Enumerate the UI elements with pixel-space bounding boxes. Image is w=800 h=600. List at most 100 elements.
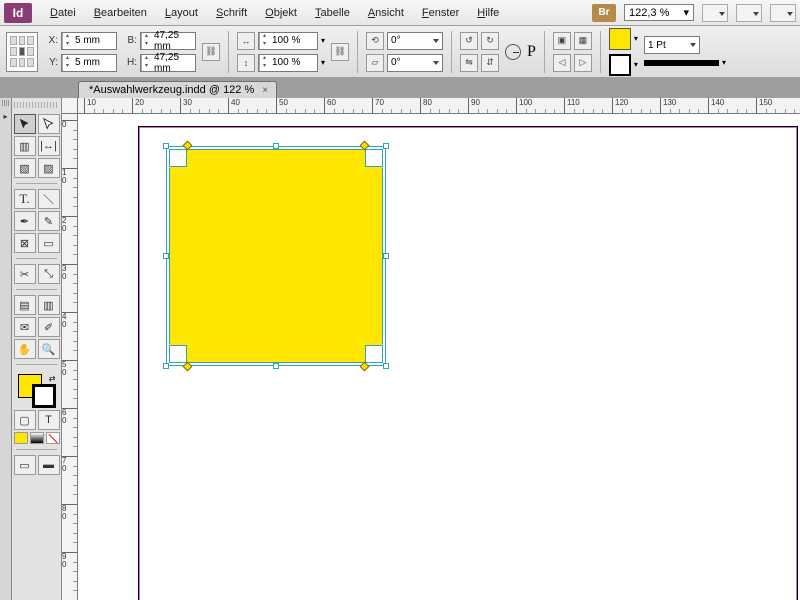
select-prev-icon[interactable]: ◁ xyxy=(553,54,571,72)
free-transform-tool[interactable]: ⤡ xyxy=(38,264,60,284)
handle-br[interactable] xyxy=(383,363,389,369)
flip-h-icon[interactable]: ⇋ xyxy=(460,54,478,72)
select-content-icon[interactable]: ▦ xyxy=(574,32,592,50)
shear-input[interactable]: 0° xyxy=(387,54,443,72)
toolbox-grip[interactable] xyxy=(14,102,59,108)
workspace-select[interactable] xyxy=(770,4,796,22)
content-placer-tool[interactable]: ▨ xyxy=(38,158,60,178)
hand-tool[interactable]: ✋ xyxy=(14,339,36,359)
view-mode-normal[interactable]: ▭ xyxy=(14,455,36,475)
selected-object[interactable] xyxy=(166,146,386,366)
canvas[interactable] xyxy=(78,114,800,600)
rotate-cw-icon[interactable]: ↻ xyxy=(481,32,499,50)
toolbox: ▥ |↔| ▧ ▨ T. ＼ ✒ ✎ ⊠ ▭ ✂ ⤡ ▤ ▥ ✉ ✐ ✋ 🔍 ⇄ xyxy=(12,98,62,600)
p-icon: P xyxy=(527,43,536,61)
zoom-tool[interactable]: 🔍 xyxy=(38,339,60,359)
eyedropper-tool[interactable]: ✐ xyxy=(38,317,60,337)
rotate-ccw-icon[interactable]: ↺ xyxy=(460,32,478,50)
scale-x-icon: ↔ xyxy=(237,32,255,50)
close-tab-icon[interactable]: × xyxy=(262,85,268,96)
content-collector-tool[interactable]: ▧ xyxy=(14,158,36,178)
scale-y-icon: ↕ xyxy=(237,54,255,72)
ruler-origin[interactable] xyxy=(62,98,78,114)
menu-bearbeiten[interactable]: Bearbeiten xyxy=(86,3,155,23)
fill-swatch[interactable] xyxy=(609,28,631,50)
handle-tl[interactable] xyxy=(163,143,169,149)
direct-selection-tool[interactable] xyxy=(38,114,60,134)
view-mode-preview[interactable]: ▬ xyxy=(38,455,60,475)
gradient-feather-tool[interactable]: ▥ xyxy=(38,295,60,315)
arrange-documents-select[interactable] xyxy=(736,4,762,22)
width-input[interactable]: ▴▾47,25 mm xyxy=(140,32,196,50)
handle-mr[interactable] xyxy=(383,253,389,259)
constrain-scale-icon[interactable]: ⛓ xyxy=(331,43,349,61)
select-container-icon[interactable]: ▣ xyxy=(553,32,571,50)
main-menu: DDateiatei Bearbeiten Layout Schrift Obj… xyxy=(42,3,507,23)
y-input[interactable]: ▴▾5 mm xyxy=(61,54,117,72)
reference-point-grid[interactable] xyxy=(6,32,38,72)
formatting-text-icon[interactable]: T xyxy=(38,410,60,430)
panel-dock-strip[interactable]: ▸ xyxy=(0,98,12,600)
note-tool[interactable]: ✉ xyxy=(14,317,36,337)
expand-dock-icon[interactable]: ▸ xyxy=(0,110,11,122)
apply-color-icon[interactable] xyxy=(14,432,28,444)
stroke-weight-input[interactable]: 1 Pt xyxy=(644,36,700,54)
w-label: B: xyxy=(123,35,137,46)
handle-tr[interactable] xyxy=(383,143,389,149)
zoom-level-select[interactable]: 122,3 %▾ xyxy=(624,4,694,21)
document-tab[interactable]: *Auswahlwerkzeug.indd @ 122 % × xyxy=(78,81,277,98)
gradient-swatch-tool[interactable]: ▤ xyxy=(14,295,36,315)
pen-tool[interactable]: ✒ xyxy=(14,211,36,231)
height-input[interactable]: ▴▾47,25 mm xyxy=(140,54,196,72)
scissors-tool[interactable]: ✂ xyxy=(14,264,36,284)
x-input[interactable]: ▴▾5 mm xyxy=(61,32,117,50)
menu-objekt[interactable]: Objekt xyxy=(257,3,305,23)
menu-schrift[interactable]: Schrift xyxy=(208,3,255,23)
scale-y-input[interactable]: ▴▾100 % xyxy=(258,54,318,72)
apply-gradient-icon[interactable] xyxy=(30,432,44,444)
apply-none-icon[interactable] xyxy=(46,432,60,444)
fill-stroke-proxy[interactable]: ⇄ xyxy=(18,374,56,408)
h-label: H: xyxy=(123,57,137,68)
flip-v-icon[interactable]: ⇵ xyxy=(481,54,499,72)
dock-grip xyxy=(2,100,9,106)
handle-ml[interactable] xyxy=(163,253,169,259)
stroke-swatch[interactable] xyxy=(609,54,631,76)
work-area: 102030405060708090100110120130140150 010… xyxy=(62,98,800,600)
swap-fill-stroke-icon[interactable]: ⇄ xyxy=(49,374,56,383)
selection-tool[interactable] xyxy=(14,114,36,134)
rectangle-tool[interactable]: ▭ xyxy=(38,233,60,253)
handle-bl[interactable] xyxy=(163,363,169,369)
shear-icon: ▱ xyxy=(366,54,384,72)
stroke-proxy[interactable] xyxy=(32,384,56,408)
handle-tc[interactable] xyxy=(273,143,279,149)
app-logo: Id xyxy=(4,3,32,23)
constrain-wh-icon[interactable]: ⛓ xyxy=(202,43,220,61)
type-tool[interactable]: T. xyxy=(14,189,36,209)
bounding-box xyxy=(166,146,386,366)
line-tool[interactable]: ＼ xyxy=(38,189,60,209)
page-tool[interactable]: ▥ xyxy=(14,136,36,156)
rotation-dial[interactable] xyxy=(505,44,521,60)
scale-x-input[interactable]: ▴▾100 % xyxy=(258,32,318,50)
stroke-style-select[interactable] xyxy=(644,60,719,66)
document-tab-title: *Auswahlwerkzeug.indd @ 122 % xyxy=(89,84,254,96)
horizontal-ruler[interactable]: 102030405060708090100110120130140150 xyxy=(78,98,800,114)
screen-mode-select[interactable] xyxy=(702,4,728,22)
y-label: Y: xyxy=(44,57,58,68)
menu-tabelle[interactable]: Tabelle xyxy=(307,3,358,23)
menu-hilfe[interactable]: Hilfe xyxy=(469,3,507,23)
menu-fenster[interactable]: Fenster xyxy=(414,3,467,23)
menu-datei[interactable]: DDateiatei xyxy=(42,3,84,23)
menu-ansicht[interactable]: Ansicht xyxy=(360,3,412,23)
vertical-ruler[interactable]: 0102030405060708090100 xyxy=(62,114,78,600)
handle-bc[interactable] xyxy=(273,363,279,369)
pencil-tool[interactable]: ✎ xyxy=(38,211,60,231)
formatting-container-icon[interactable]: ▢ xyxy=(14,410,36,430)
gap-tool[interactable]: |↔| xyxy=(38,136,60,156)
select-next-icon[interactable]: ▷ xyxy=(574,54,592,72)
rotation-input[interactable]: 0° xyxy=(387,32,443,50)
rectangle-frame-tool[interactable]: ⊠ xyxy=(14,233,36,253)
bridge-icon[interactable]: Br xyxy=(592,4,616,22)
menu-layout[interactable]: Layout xyxy=(157,3,206,23)
